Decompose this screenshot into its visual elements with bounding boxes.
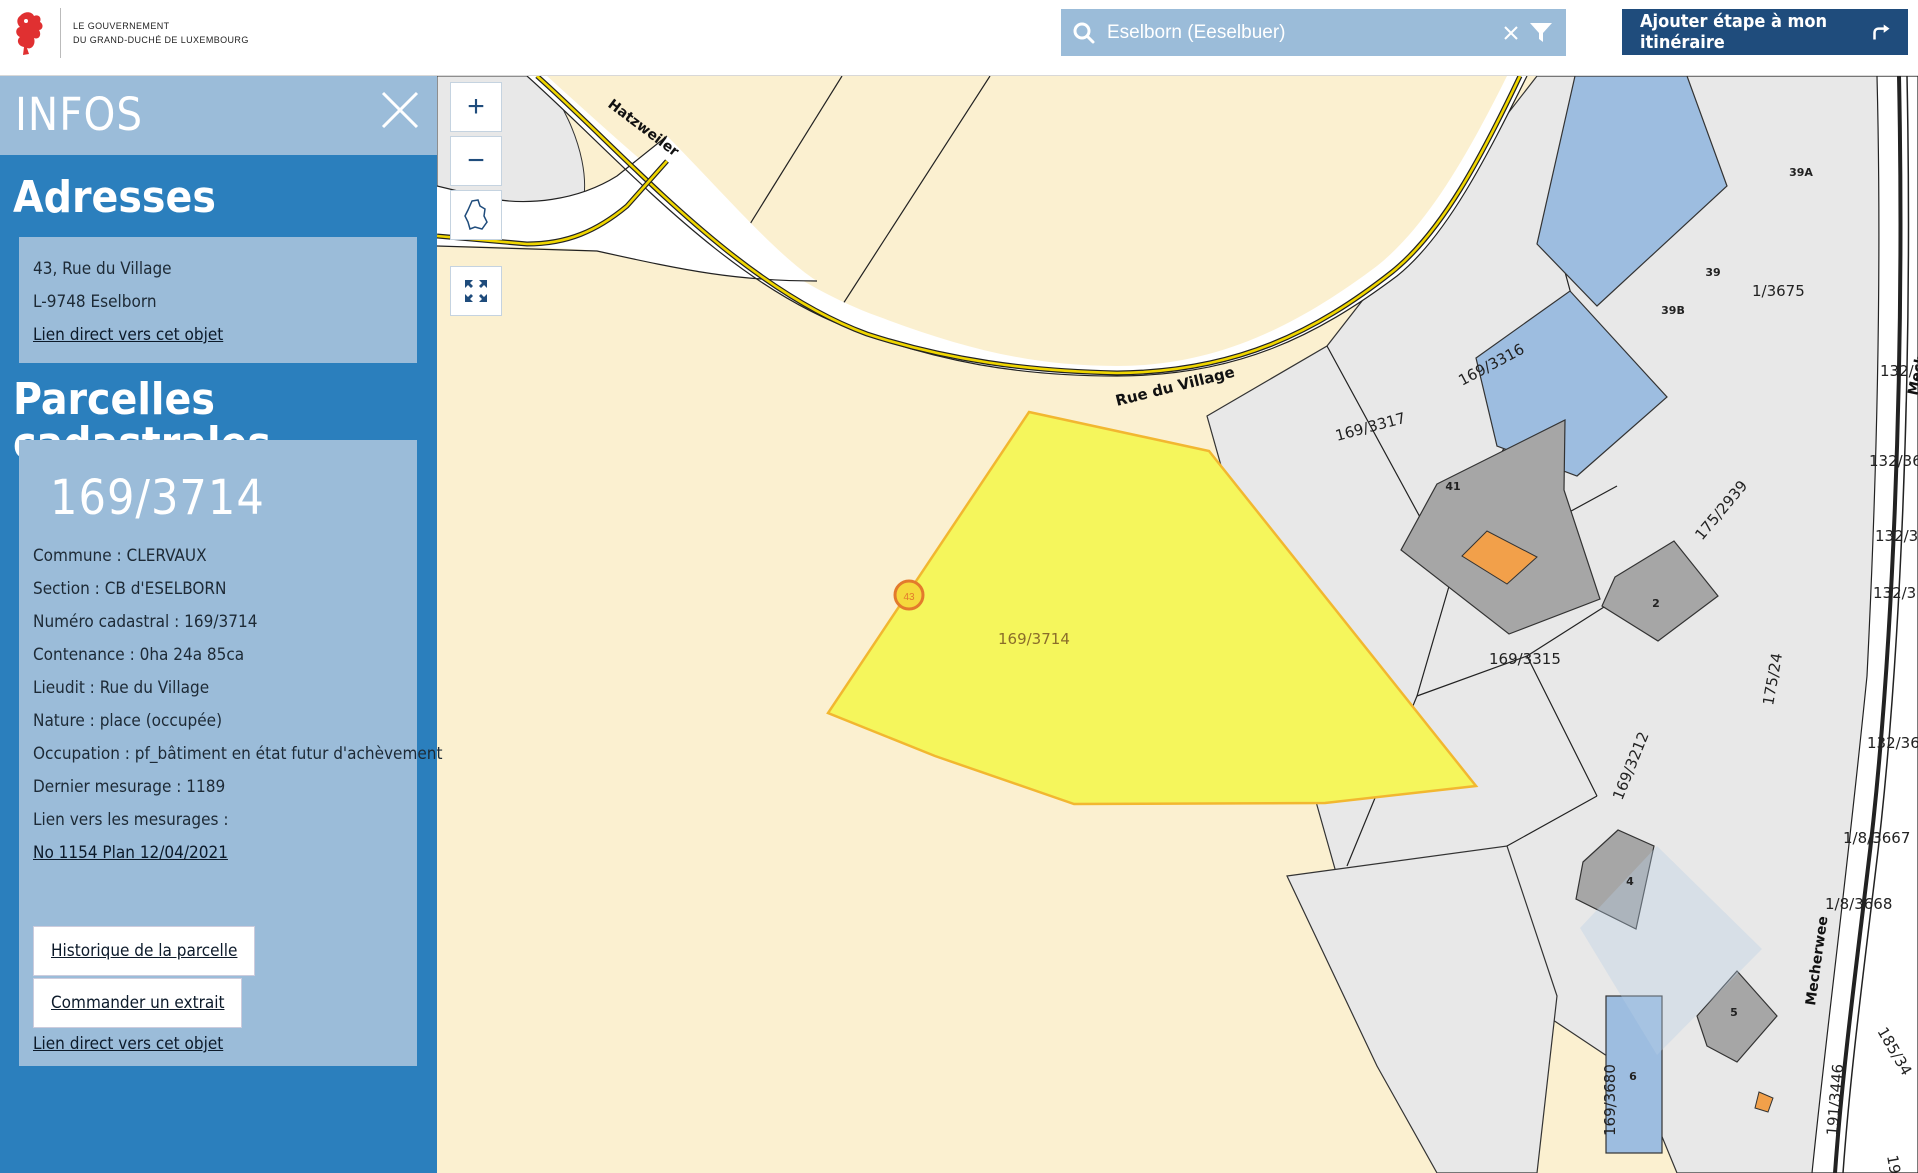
luxembourg-outline-icon [464,199,488,231]
house-number: 39 [1705,266,1720,279]
parcel-number: 169/3714 [50,470,265,526]
address-street: 43, Rue du Village [33,259,172,279]
cadastral-map[interactable]: 43 Hatzweiler Rue du Village Mecherwee M… [437,76,1918,1173]
address-postcode: L-9748 Eselborn [33,292,157,312]
house-number: 39A [1789,166,1813,179]
parcel-label: 169/3714 [998,630,1070,648]
map-canvas[interactable]: 43 Hatzweiler Rue du Village Mecherwee M… [437,76,1918,1173]
parcel-label: 132/3 [1880,362,1918,380]
zoom-in-button[interactable]: + [450,82,502,132]
zoom-out-icon: − [467,144,485,177]
house-number: 4 [1626,875,1634,888]
parcel-field-number: Numéro cadastral : 169/3714 [33,612,258,632]
order-extract-button[interactable]: Commander un extrait [33,978,243,1028]
address-card: 43, Rue du Village L-9748 Eselborn Lien … [19,237,417,363]
parcel-field-area: Contenance : 0ha 24a 85ca [33,645,245,665]
zoom-out-button[interactable]: − [450,136,502,186]
parcel-label: 169/3315 [1489,650,1561,668]
measure-plan-link[interactable]: No 1154 Plan 12/04/2021 [33,843,228,863]
parcel-field-commune: Commune : CLERVAUX [33,546,207,566]
add-route-step-button[interactable]: Ajouter étape à mon itinéraire [1622,9,1908,55]
government-logo[interactable]: LE GOUVERNEMENT DU GRAND-DUCHÉ DE LUXEMB… [12,8,249,58]
address-marker-label: 43 [903,592,915,603]
zoom-in-icon: + [467,90,485,123]
parcel-field-locality: Lieudit : Rue du Village [33,678,210,698]
clear-search-button[interactable] [1498,20,1524,46]
info-panel: INFOS Adresses 43, Rue du Village L-9748… [0,76,443,1173]
fullscreen-button[interactable] [450,266,502,316]
filter-icon [1530,22,1552,42]
logo-line-1: LE GOUVERNEMENT [73,21,170,31]
house-number: 41 [1445,480,1460,493]
parcel-label: 1/3675 [1752,282,1805,300]
search-input[interactable] [1105,11,1498,54]
panel-title: INFOS [15,88,144,141]
house-number: 39B [1661,304,1685,317]
parcel-field-nature: Nature : place (occupée) [33,711,223,731]
add-route-step-label: Ajouter étape à mon itinéraire [1640,11,1828,53]
parcel-label: 132/36 [1869,452,1918,470]
parcel-label: 169/3680 [1601,1064,1619,1136]
parcel-field-measures-label: Lien vers les mesurages : [33,810,229,830]
parcel-label: 1/8/3668 [1825,895,1892,913]
parcel-field-occupation: Occupation : pf_bâtiment en état futur d… [33,744,443,764]
parcel-label: 132/3 [1875,527,1918,545]
filter-button[interactable] [1524,13,1558,53]
lion-crest-icon [16,12,43,55]
parcel-history-button[interactable]: Historique de la parcelle [33,926,256,976]
house-number: 6 [1629,1070,1637,1083]
close-icon [1504,25,1518,40]
logo-text: LE GOUVERNEMENT DU GRAND-DUCHÉ DE LUXEMB… [73,19,249,47]
logo-separator [60,8,61,58]
parcel-card: 169/3714 Commune : CLERVAUX Section : CB… [19,440,443,1066]
search-icon[interactable] [1073,22,1095,44]
parcel-field-last-measure: Dernier mesurage : 1189 [33,777,226,797]
house-number: 5 [1730,1006,1738,1019]
logo-line-2: DU GRAND-DUCHÉ DE LUXEMBOURG [73,35,249,45]
country-extent-button[interactable] [450,190,502,240]
parcel-label: 132/36 [1867,734,1918,752]
fullscreen-icon [465,280,487,302]
addresses-title: Adresses [13,172,216,223]
parcel-field-section: Section : CB d'ESELBORN [33,579,227,599]
house-number: 2 [1652,597,1660,610]
close-panel-icon[interactable] [380,90,420,130]
search-bar [1061,9,1566,56]
top-bar: LE GOUVERNEMENT DU GRAND-DUCHÉ DE LUXEMB… [0,0,1918,76]
parcel-label: 1/8/3667 [1843,829,1910,847]
panel-header: INFOS [0,76,437,155]
turn-right-arrow-icon [1872,24,1890,40]
parcel-direct-link[interactable]: Lien direct vers cet objet [33,1034,223,1054]
parcel-label: 132/3 [1873,584,1916,602]
address-direct-link[interactable]: Lien direct vers cet objet [33,325,223,345]
